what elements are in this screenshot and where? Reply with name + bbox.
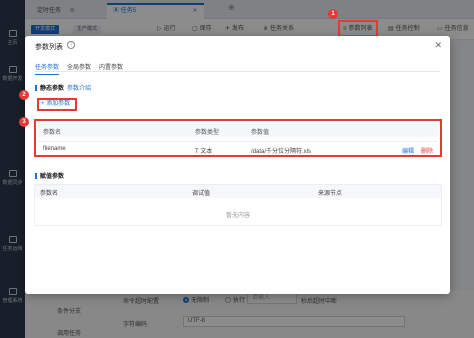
assign-params-title: 赋值参数: [35, 171, 64, 180]
tab-task-params[interactable]: 任务参数: [35, 62, 60, 75]
delete-link[interactable]: 删除: [421, 146, 433, 155]
assign-params-table: 参数名 调试值 来源节点 暂无内容: [34, 184, 442, 226]
info-icon[interactable]: i: [67, 41, 75, 49]
col-param-value: 参数值: [251, 130, 270, 136]
static-params-table: 参数名 参数类型 参数值 filename T 文本 /data/千分位分隔符.…: [34, 119, 442, 157]
col-param-type: 参数类型: [195, 130, 220, 136]
modal-header: 参数列表 i ✕: [25, 36, 450, 56]
param-intro-link[interactable]: 参数介绍: [67, 83, 91, 92]
param-list-modal: 参数列表 i ✕ 任务参数 全局参数 内置参数 静态参数 参数介绍 + 添加参数…: [25, 36, 450, 294]
table-header: 参数名 调试值 来源节点: [35, 185, 441, 198]
param-type: T 文本: [195, 149, 213, 155]
edit-link[interactable]: 编辑: [402, 146, 414, 155]
empty-text: 暂无内容: [225, 213, 250, 219]
add-param-button[interactable]: + 添加参数: [37, 98, 77, 111]
col-debug-value: 调试值: [192, 191, 211, 197]
table-header: 参数名 参数类型 参数值: [38, 123, 438, 137]
param-value: /data/千分位分隔符.xls: [251, 149, 312, 155]
step-badge-3: 3: [19, 117, 29, 127]
col-source-node: 来源节点: [318, 191, 343, 197]
col-param-name: 参数名: [43, 130, 62, 136]
param-tabs: 任务参数 全局参数 内置参数: [35, 60, 440, 75]
close-icon[interactable]: ✕: [434, 40, 442, 51]
step-badge-2: 2: [19, 90, 29, 100]
param-name: filename: [43, 146, 66, 152]
tab-global-params[interactable]: 全局参数: [67, 62, 91, 71]
table-row: filename T 文本 /data/千分位分隔符.xls 编辑 删除: [38, 141, 438, 155]
tab-builtin-params[interactable]: 内置参数: [99, 62, 123, 71]
step-badge-1: 1: [328, 9, 338, 19]
static-params-title: 静态参数: [35, 83, 64, 92]
col-param-name: 参数名: [40, 191, 59, 197]
param-list-highlight: [338, 20, 378, 37]
modal-title: 参数列表: [35, 44, 63, 51]
